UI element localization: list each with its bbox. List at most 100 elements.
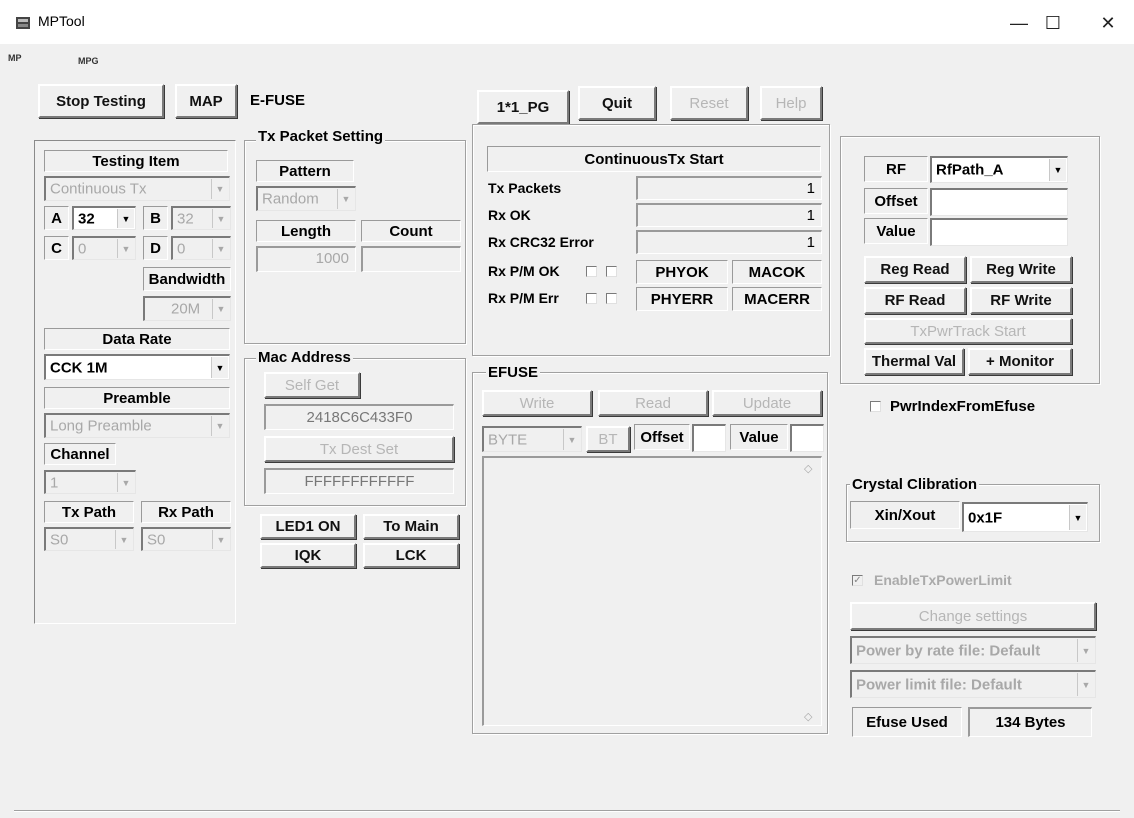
rx-path-select[interactable]: S0 ▼: [141, 527, 231, 551]
phyerr-label: PHYERR: [636, 287, 728, 311]
efuse-map-area[interactable]: [482, 456, 822, 726]
pwr-index-from-efuse-checkbox[interactable]: [870, 401, 881, 412]
efuse-offset-field[interactable]: [692, 424, 726, 452]
xin-xout-select[interactable]: 0x1F ▼: [962, 502, 1088, 532]
tx-path-label: Tx Path: [44, 501, 134, 523]
tx-dest-field[interactable]: FFFFFFFFFFFF: [264, 468, 454, 494]
maximize-button[interactable]: ☐: [1030, 8, 1076, 38]
rx-crc32-error-value: 1: [636, 230, 822, 254]
mac-address-field[interactable]: 2418C6C433F0: [264, 404, 454, 430]
chevron-down-icon: ▼: [337, 189, 354, 209]
testing-item-select[interactable]: Continuous Tx ▼: [44, 176, 230, 201]
chevron-down-icon: ▼: [1077, 673, 1094, 696]
channel-value: 1: [50, 474, 59, 491]
efuse-update-button[interactable]: Update: [712, 390, 822, 416]
tx-packets-label: Tx Packets: [488, 180, 562, 196]
b-label: B: [143, 206, 168, 230]
pg-button[interactable]: 1*1_PG: [477, 90, 569, 124]
iqk-button[interactable]: IQK: [260, 543, 356, 568]
efuse-offset-label: Offset: [634, 424, 690, 450]
efuse-used-label: Efuse Used: [852, 707, 962, 737]
d-select[interactable]: 0 ▼: [171, 236, 231, 260]
count-label: Count: [361, 220, 461, 242]
stop-testing-button[interactable]: Stop Testing: [38, 84, 164, 118]
preamble-label: Preamble: [44, 387, 230, 409]
rf-value-label: Value: [864, 218, 928, 244]
rf-path-select[interactable]: RfPath_A ▼: [930, 156, 1068, 183]
channel-select[interactable]: 1 ▼: [44, 470, 136, 494]
power-limit-select[interactable]: Power limit file: Default ▼: [850, 670, 1096, 698]
monitor-button[interactable]: + Monitor: [968, 348, 1072, 375]
help-button[interactable]: Help: [760, 86, 822, 120]
chevron-down-icon: ▼: [563, 429, 580, 450]
self-get-button[interactable]: Self Get: [264, 372, 360, 398]
change-settings-button[interactable]: Change settings: [850, 602, 1096, 630]
efuse-byte-value: BYTE: [488, 431, 528, 448]
rf-path-value: RfPath_A: [936, 161, 1004, 179]
c-select[interactable]: 0 ▼: [72, 236, 136, 260]
txpwrtrack-start-button[interactable]: TxPwrTrack Start: [864, 318, 1072, 344]
power-limit-value: Power limit file: Default: [856, 676, 1022, 693]
xin-xout-value: 0x1F: [968, 509, 1003, 526]
rf-value-field[interactable]: [930, 218, 1068, 246]
efuse-bt-button[interactable]: BT: [586, 426, 630, 452]
map-button[interactable]: MAP: [175, 84, 237, 118]
efuse-tab-label[interactable]: E-FUSE: [250, 92, 305, 109]
rf-read-button[interactable]: RF Read: [864, 287, 966, 314]
scroll-up-icon[interactable]: ◇: [804, 462, 812, 475]
c-label: C: [44, 236, 69, 260]
a-label: A: [44, 206, 69, 230]
to-main-button[interactable]: To Main: [363, 514, 459, 539]
tx-path-select[interactable]: S0 ▼: [44, 527, 134, 551]
efuse-value-label: Value: [730, 424, 788, 450]
bottom-frame-line: [14, 810, 1120, 812]
title-bar: MPTool — ☐ ✕: [0, 0, 1134, 44]
rx-pm-err-checkbox-2[interactable]: [606, 293, 617, 304]
led1-on-button[interactable]: LED1 ON: [260, 514, 356, 539]
scroll-down-icon[interactable]: ◇: [804, 710, 812, 723]
rf-offset-field[interactable]: [930, 188, 1068, 216]
efuse-byte-select[interactable]: BYTE ▼: [482, 426, 582, 452]
pattern-select[interactable]: Random ▼: [256, 186, 356, 211]
a-select[interactable]: 32 ▼: [72, 206, 136, 230]
lck-button[interactable]: LCK: [363, 543, 459, 568]
length-field[interactable]: 1000: [256, 246, 356, 272]
reset-button[interactable]: Reset: [670, 86, 748, 120]
chevron-down-icon: ▼: [1069, 505, 1086, 530]
rx-ok-label: Rx OK: [488, 207, 531, 223]
d-value: 0: [177, 240, 186, 257]
chevron-down-icon: ▼: [212, 209, 229, 228]
rx-ok-value: 1: [636, 203, 822, 227]
menu-bar: MP MPG: [0, 44, 1134, 74]
rx-crc32-error-label: Rx CRC32 Error: [488, 234, 594, 250]
thermal-val-button[interactable]: Thermal Val: [864, 348, 964, 375]
b-select[interactable]: 32 ▼: [171, 206, 231, 230]
menu-mpg[interactable]: MPG: [78, 56, 99, 66]
chevron-down-icon: ▼: [1077, 639, 1094, 662]
app-icon: [16, 17, 30, 29]
pwr-index-from-efuse-label: PwrIndexFromEfuse: [890, 398, 1036, 415]
efuse-write-button[interactable]: Write: [482, 390, 592, 416]
count-field[interactable]: [361, 246, 461, 272]
enable-tx-power-limit-checkbox[interactable]: ✓: [852, 575, 863, 586]
reg-write-button[interactable]: Reg Write: [970, 256, 1072, 283]
tx-path-value: S0: [50, 531, 69, 548]
preamble-select[interactable]: Long Preamble ▼: [44, 413, 230, 438]
rx-pm-ok-checkbox-1[interactable]: [586, 266, 597, 277]
enable-tx-power-limit-label: EnableTxPowerLimit: [874, 572, 1012, 588]
pattern-value: Random: [262, 190, 319, 208]
reg-read-button[interactable]: Reg Read: [864, 256, 966, 283]
rx-pm-ok-checkbox-2[interactable]: [606, 266, 617, 277]
close-button[interactable]: ✕: [1085, 8, 1131, 38]
rx-pm-err-checkbox-1[interactable]: [586, 293, 597, 304]
rf-write-button[interactable]: RF Write: [970, 287, 1072, 314]
bandwidth-select[interactable]: 20M ▼: [143, 296, 231, 321]
tx-dest-set-button[interactable]: Tx Dest Set: [264, 436, 454, 462]
data-rate-select[interactable]: CCK 1M ▼: [44, 354, 230, 380]
bandwidth-label: Bandwidth: [143, 267, 231, 291]
menu-mp[interactable]: MP: [8, 53, 22, 63]
efuse-read-button[interactable]: Read: [598, 390, 708, 416]
quit-button[interactable]: Quit: [578, 86, 656, 120]
power-by-rate-select[interactable]: Power by rate file: Default ▼: [850, 636, 1096, 664]
efuse-value-field[interactable]: [790, 424, 824, 452]
